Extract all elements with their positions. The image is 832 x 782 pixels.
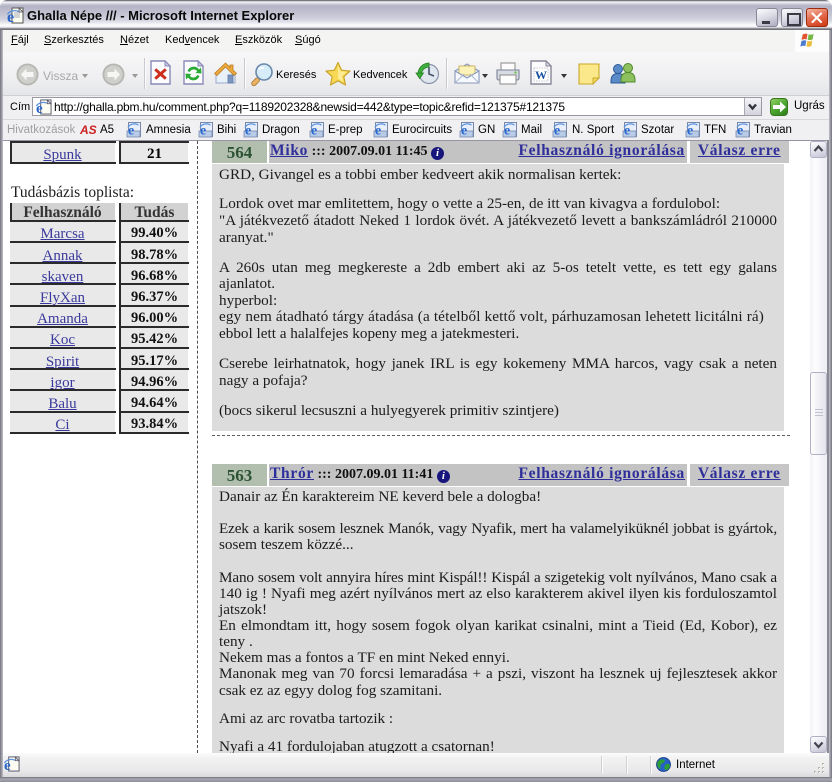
svg-text:W: W	[535, 68, 547, 82]
